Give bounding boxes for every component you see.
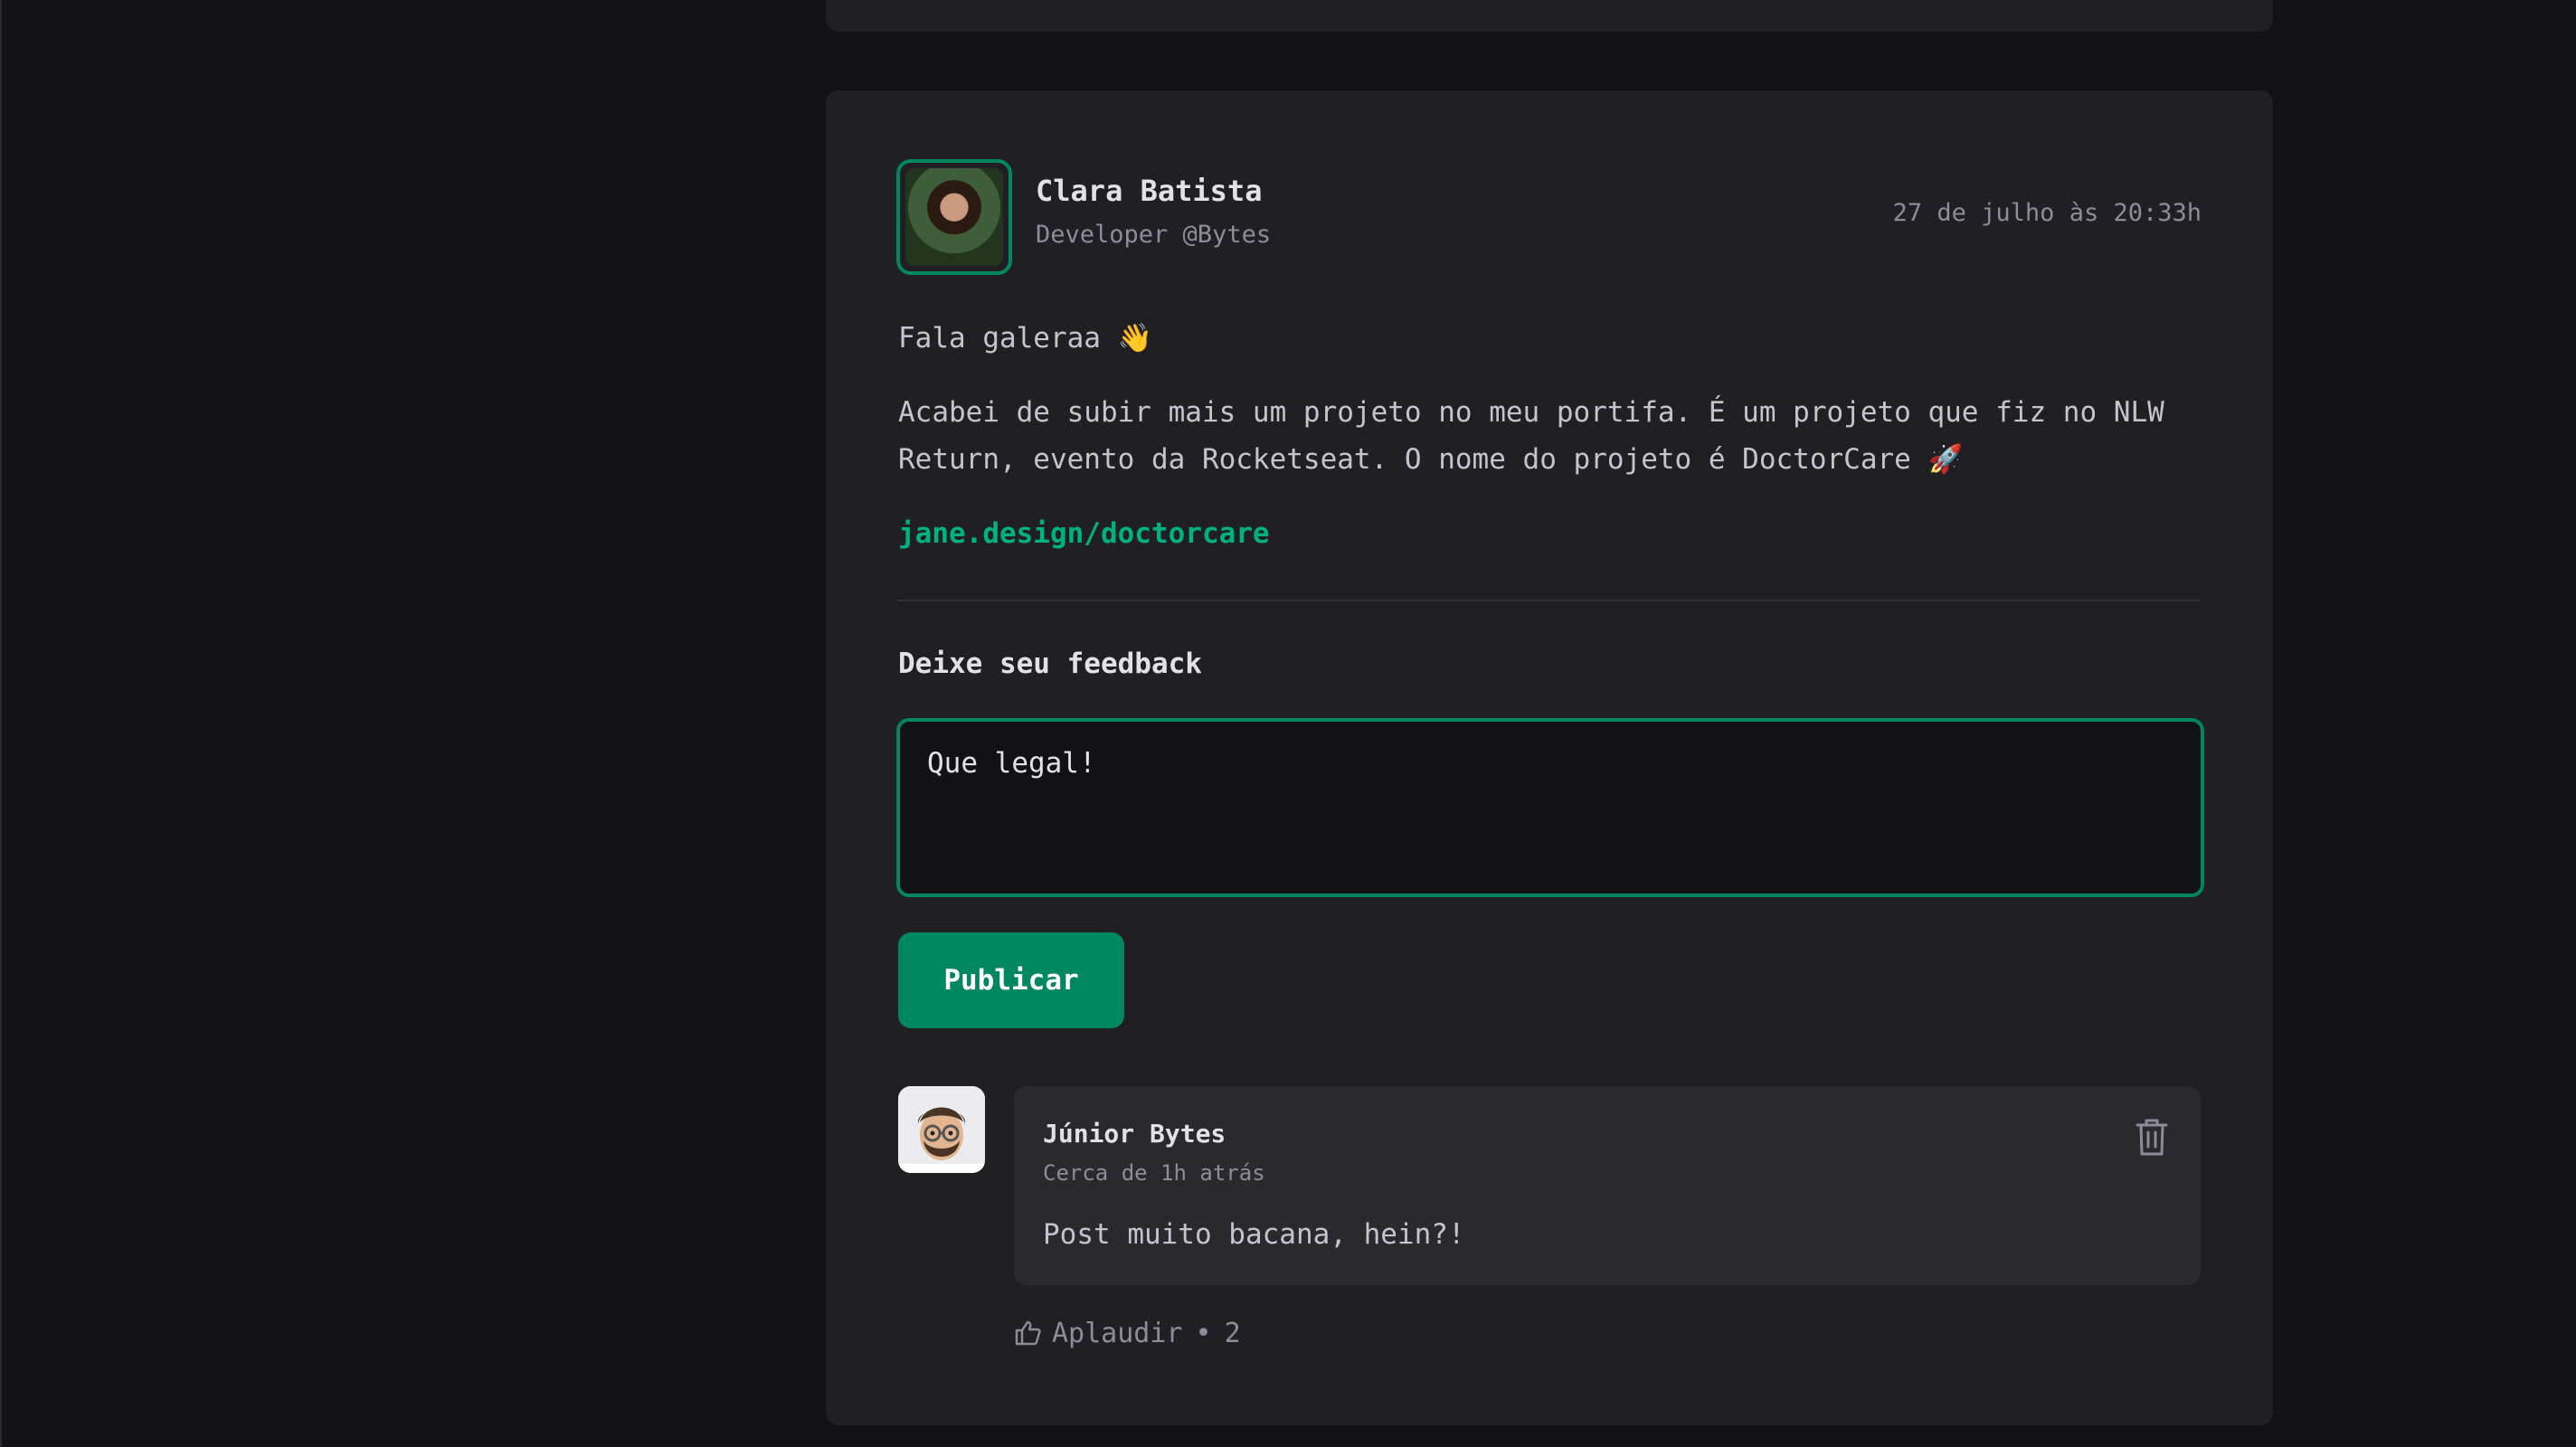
author-role: Developer @Bytes [1036,221,1272,249]
applaud-separator: • [1195,1317,1212,1349]
previous-post-card [826,0,2273,32]
page-border [0,0,2,1447]
divider [898,600,2201,601]
applaud-button[interactable]: Aplaudir • 2 [1014,1313,1241,1353]
memoji-avatar-icon [898,1086,985,1173]
thumbs-up-icon [1015,1320,1041,1346]
applaud-count: 2 [1224,1317,1241,1349]
author-name: Clara Batista [1036,174,1263,208]
publish-button[interactable]: Publicar [898,932,1124,1028]
post-card: Clara Batista Developer @Bytes 27 de jul… [826,90,2273,1425]
feedback-title: Deixe seu feedback [898,648,1202,680]
commenter-avatar[interactable] [898,1086,985,1173]
post-content: Fala galeraa 👋 Acabei de subir mais um p… [898,315,2201,584]
comment-text: Post muito bacana, hein?! [1043,1218,1465,1251]
project-link[interactable]: jane.design/doctorcare [898,517,1270,550]
applaud-label: Aplaudir [1052,1317,1183,1349]
feedback-textarea[interactable] [896,718,2204,897]
author-avatar[interactable] [896,159,1012,275]
trash-icon[interactable] [2134,1117,2170,1157]
comment-author: Júnior Bytes [1043,1119,1226,1149]
author-photo [905,168,1003,266]
post-paragraph: Acabei de subir mais um projeto no meu p… [898,396,2164,476]
comment-timestamp: Cerca de 1h atrás [1043,1160,1265,1186]
post-timestamp: 27 de julho às 20:33h [1892,199,2202,227]
post-paragraph: Fala galeraa 👋 [898,322,1153,355]
comment-card: Júnior Bytes Cerca de 1h atrás Post muit… [1014,1086,2201,1285]
